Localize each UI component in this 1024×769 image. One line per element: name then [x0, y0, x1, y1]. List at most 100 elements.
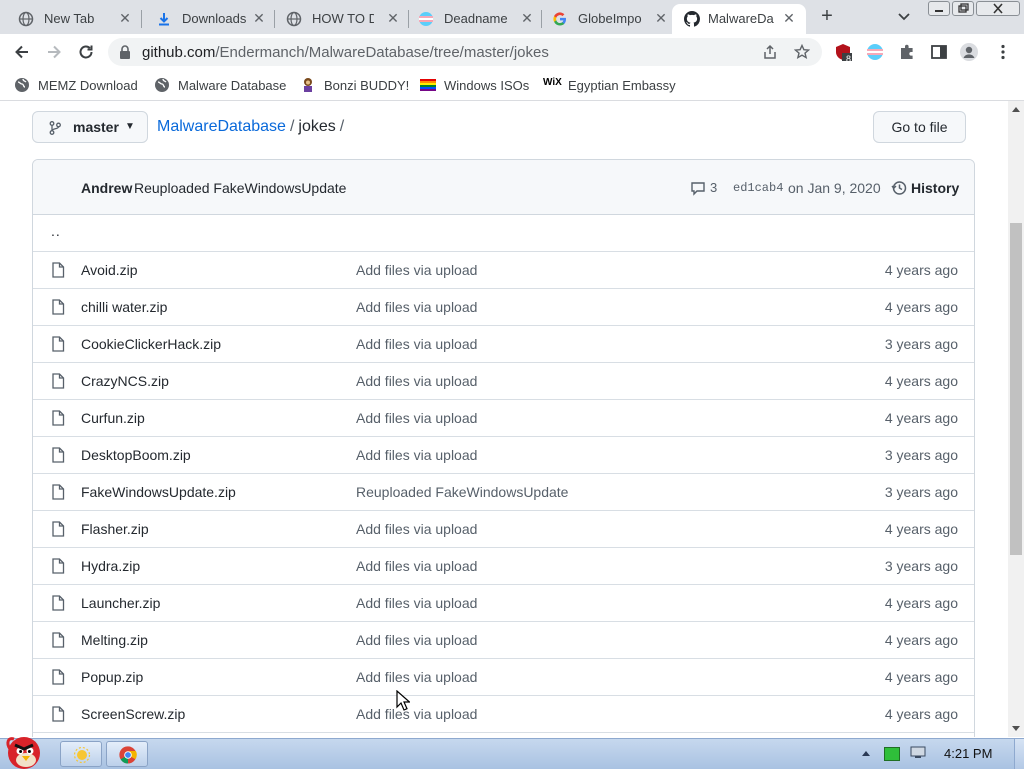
show-desktop-button[interactable]	[1014, 739, 1024, 769]
close-icon[interactable]: ✕	[780, 9, 798, 27]
file-name-link[interactable]: Curfun.zip	[81, 410, 145, 426]
table-row[interactable]: Hydra.zip Add files via upload 3 years ago	[33, 548, 974, 585]
table-row[interactable]: chilli water.zip Add files via upload 4 ye…	[33, 289, 974, 326]
chevron-down-icon[interactable]	[896, 8, 912, 24]
history-icon[interactable]	[891, 180, 907, 196]
file-commit-message-link[interactable]: Add files via upload	[356, 262, 477, 278]
scrollbar-thumb[interactable]	[1010, 223, 1022, 555]
close-icon[interactable]: ✕	[116, 9, 134, 27]
file-commit-message-link[interactable]: Reuploaded FakeWindowsUpdate	[356, 484, 568, 500]
page-scrollbar[interactable]	[1008, 101, 1024, 737]
url-text[interactable]: github.com/Endermanch/MalwareDatabase/tr…	[142, 44, 549, 61]
file-name-link[interactable]: Hydra.zip	[81, 558, 140, 574]
file-commit-age: 3 years ago	[884, 484, 958, 500]
table-row[interactable]: CrazyNCS.zip Add files via upload 4 years …	[33, 363, 974, 400]
table-row[interactable]: Melting.zip Add files via upload 4 years a…	[33, 622, 974, 659]
table-row[interactable]: Curfun.zip Add files via upload 4 years ag…	[33, 400, 974, 437]
file-commit-message-link[interactable]: Add files via upload	[356, 521, 477, 537]
file-name-link[interactable]: chilli water.zip	[81, 299, 167, 315]
file-commit-message-link[interactable]: Add files via upload	[356, 410, 477, 426]
table-row[interactable]: ScreenScrew.zip Add files via upload 4 yea…	[33, 696, 974, 733]
tab-title: MalwareDa	[708, 11, 774, 26]
tab-new-tab[interactable]: New Tab ✕	[0, 4, 140, 34]
bookmark-bonzi-buddy[interactable]: Bonzi BUDDY!	[300, 76, 409, 94]
file-commit-message-link[interactable]: Add files via upload	[356, 373, 477, 389]
comment-count[interactable]: 3	[710, 180, 717, 195]
breadcrumb-repo-link[interactable]: MalwareDatabase	[157, 118, 286, 135]
bookmark-memz-download[interactable]: MEMZ Download	[14, 76, 138, 94]
table-row[interactable]: Avoid.zip Add files via upload 4 years ago	[33, 252, 974, 289]
tray-expand-icon[interactable]	[862, 751, 870, 756]
close-window-button[interactable]	[976, 1, 1020, 16]
table-row[interactable]: Launcher.zip Add files via upload 4 years …	[33, 585, 974, 622]
network-icon[interactable]	[910, 746, 926, 760]
taskbar-explorer-button[interactable]	[60, 741, 102, 767]
reload-icon[interactable]	[76, 42, 96, 62]
commit-sha[interactable]: ed1cab4	[733, 181, 783, 195]
file-name-link[interactable]: DesktopBoom.zip	[81, 447, 191, 463]
bookmark-malware-database[interactable]: Malware Database	[154, 76, 286, 94]
file-commit-message-link[interactable]: Add files via upload	[356, 558, 477, 574]
profile-avatar-icon[interactable]	[960, 43, 978, 61]
file-commit-message-link[interactable]: Add files via upload	[356, 447, 477, 463]
file-name-link[interactable]: FakeWindowsUpdate.zip	[81, 484, 236, 500]
restore-button[interactable]	[952, 1, 974, 16]
tab-deadname[interactable]: Deadname ✕	[400, 4, 540, 34]
file-name-link[interactable]: Launcher.zip	[81, 595, 160, 611]
file-name-link[interactable]: CookieClickerHack.zip	[81, 336, 221, 352]
parent-directory-row[interactable]: ..	[33, 215, 974, 252]
side-panel-icon[interactable]	[930, 43, 948, 61]
branch-selector-button[interactable]: master ▼	[32, 111, 148, 143]
share-icon[interactable]	[762, 44, 778, 60]
file-commit-age: 3 years ago	[884, 558, 958, 574]
table-row[interactable]: Popup.zip Add files via upload 4 years ago	[33, 659, 974, 696]
start-button-angry-bird-icon[interactable]	[2, 729, 50, 769]
close-icon[interactable]: ✕	[652, 9, 670, 27]
scroll-up-arrow-icon[interactable]	[1012, 107, 1020, 112]
minimize-button[interactable]	[928, 1, 950, 16]
file-commit-message-link[interactable]: Add files via upload	[356, 299, 477, 315]
table-row[interactable]: DesktopBoom.zip Add files via upload 3 yea…	[33, 437, 974, 474]
tab-malware-database[interactable]: MalwareDa ✕	[672, 4, 806, 34]
tab-downloads[interactable]: Downloads ✕	[138, 4, 272, 34]
bookmark-egyptian-embassy[interactable]: WiX Egyptian Embassy	[543, 76, 676, 94]
file-commit-message-link[interactable]: Add files via upload	[356, 669, 477, 685]
file-name-link[interactable]: Avoid.zip	[81, 262, 138, 278]
table-row[interactable]: FakeWindowsUpdate.zip Reuploaded FakeWind…	[33, 474, 974, 511]
bookmark-windows-isos[interactable]: Windows ISOs	[420, 76, 529, 94]
tab-how-to[interactable]: HOW TO DD ✕	[268, 4, 408, 34]
file-name-link[interactable]: Popup.zip	[81, 669, 143, 685]
new-tab-button[interactable]: +	[816, 6, 838, 28]
puzzle-piece-icon[interactable]	[898, 43, 916, 61]
forward-arrow-icon[interactable]	[44, 42, 64, 62]
tab-globeimpo[interactable]: GlobeImpo ✕	[534, 4, 674, 34]
file-name-link[interactable]: Flasher.zip	[81, 521, 149, 537]
commit-message[interactable]: Reuploaded FakeWindowsUpdate	[134, 180, 346, 196]
address-bar[interactable]: github.com/Endermanch/MalwareDatabase/tr…	[108, 38, 822, 66]
file-name-link[interactable]: CrazyNCS.zip	[81, 373, 169, 389]
file-commit-message-link[interactable]: Add files via upload	[356, 595, 477, 611]
kebab-menu-icon[interactable]	[994, 43, 1012, 61]
battery-icon[interactable]	[884, 747, 900, 761]
globe-icon	[286, 11, 302, 27]
lock-icon[interactable]	[118, 44, 132, 60]
file-commit-message-link[interactable]: Add files via upload	[356, 336, 477, 352]
file-name-link[interactable]: ScreenScrew.zip	[81, 706, 185, 722]
file-name-link[interactable]: Melting.zip	[81, 632, 148, 648]
file-commit-message-link[interactable]: Add files via upload	[356, 632, 477, 648]
taskbar-chrome-button[interactable]	[106, 741, 148, 767]
back-arrow-icon[interactable]	[12, 42, 32, 62]
comment-icon[interactable]	[690, 180, 706, 196]
history-link[interactable]: History	[911, 180, 959, 196]
scroll-down-arrow-icon[interactable]	[1012, 726, 1020, 731]
parent-directory-link[interactable]: ..	[51, 223, 61, 239]
go-to-file-button[interactable]: Go to file	[873, 111, 966, 143]
table-row[interactable]: Flasher.zip Add files via upload 4 years a…	[33, 511, 974, 548]
commit-author[interactable]: Andrew	[81, 180, 132, 196]
star-icon[interactable]	[794, 44, 810, 60]
file-commit-message-link[interactable]: Add files via upload	[356, 706, 477, 722]
table-row[interactable]: CookieClickerHack.zip Add files via uploa…	[33, 326, 974, 363]
taskbar-clock[interactable]: 4:21 PM	[944, 746, 992, 761]
close-icon[interactable]: ✕	[250, 9, 268, 27]
trans-flag-extension-icon[interactable]	[866, 43, 884, 61]
